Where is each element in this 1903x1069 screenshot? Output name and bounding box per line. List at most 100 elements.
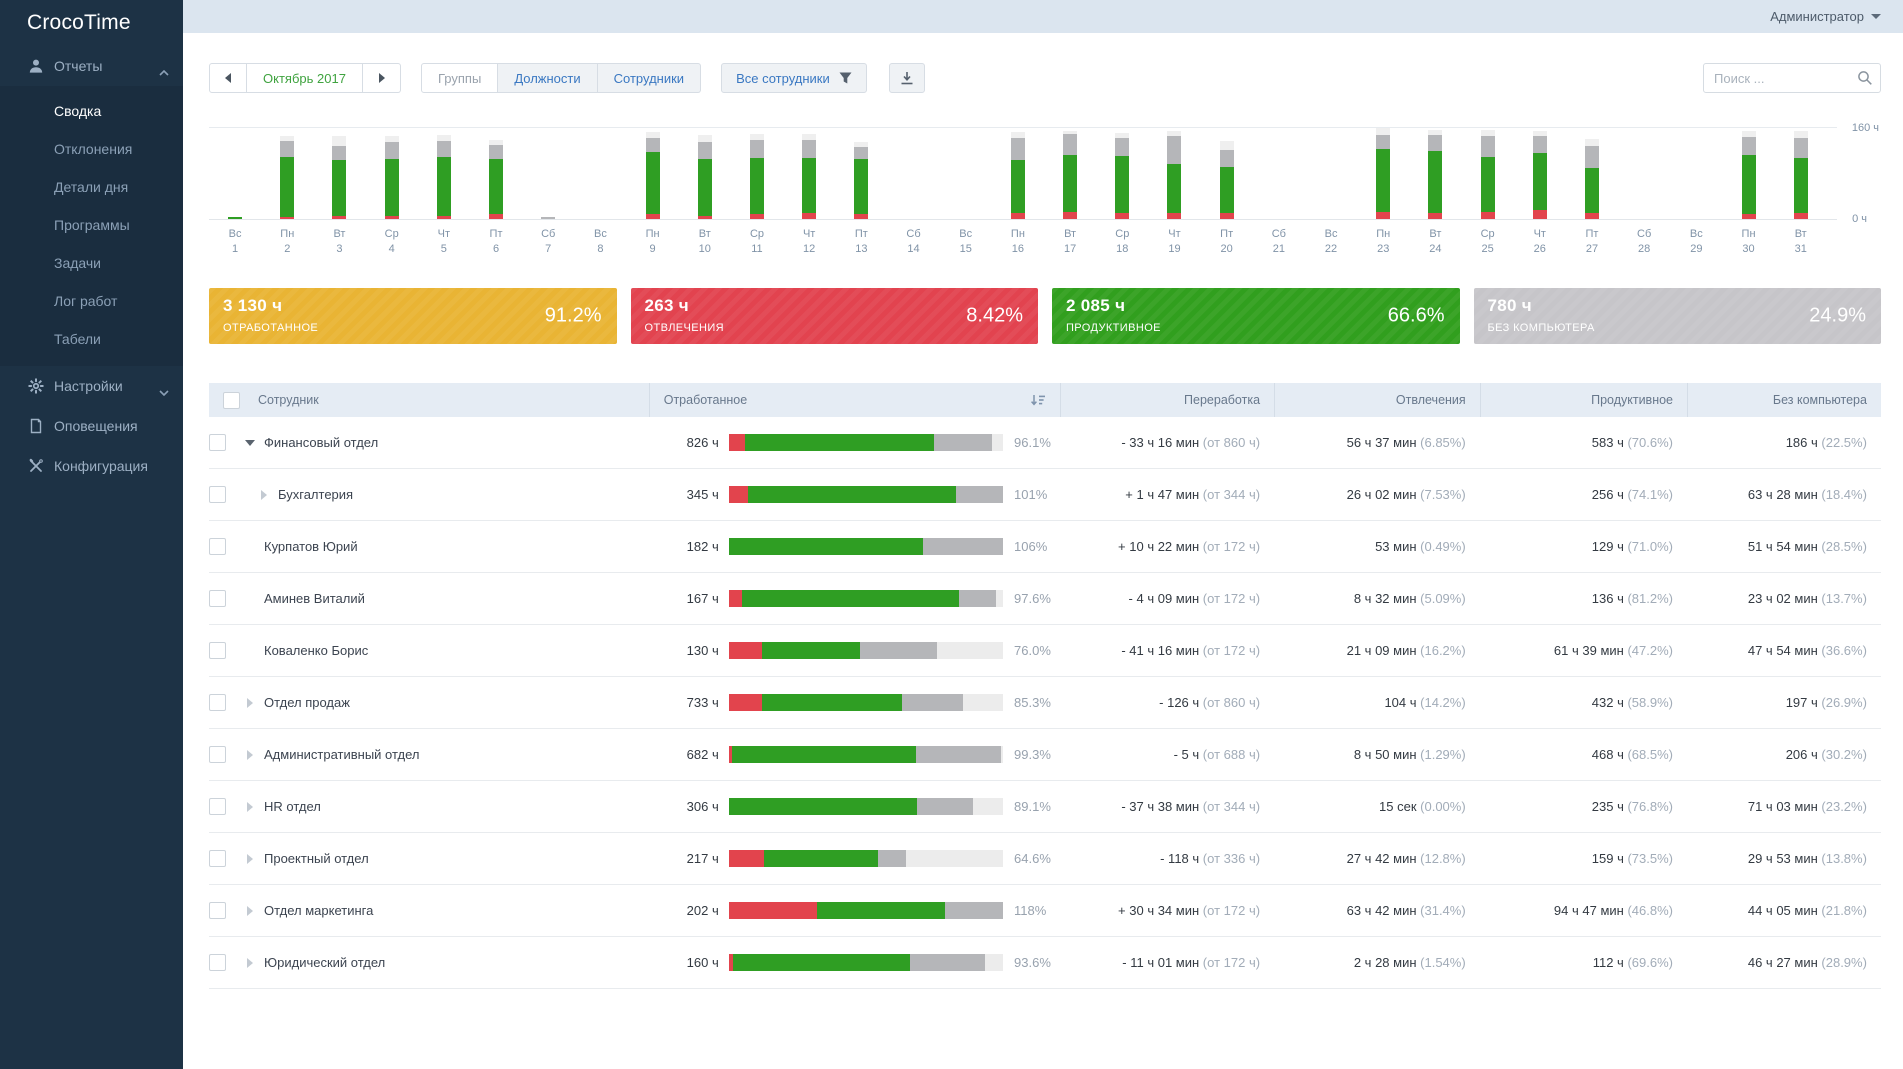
employees-filter-button[interactable]: Все сотрудники [721,63,867,93]
sidebar-section-settings[interactable]: Настройки [0,366,183,406]
chart-day-20: Пт 20 [1201,127,1253,255]
kpi-row: 3 130 ч ОТРАБОТАННОЕ 91.2% 263 ч ОТВЛЕЧЕ… [209,288,1881,344]
sidebar-item-alerts[interactable]: Оповещения [0,406,183,446]
person-icon [28,58,44,74]
chart-day-3: Вт 3 [313,127,365,255]
row-checkbox[interactable] [209,590,226,607]
sort-icon[interactable] [1030,394,1046,407]
no-computer-value: 186 ч [1785,435,1818,450]
sidebar-item-programs[interactable]: Программы [0,206,183,244]
sidebar-section-label: Настройки [54,378,123,394]
sidebar-section-label: Отчеты [54,58,103,74]
productive-value: 94 ч 47 мин [1553,903,1624,918]
overtime-norm: (от 344 ч) [1202,799,1261,814]
expand-arrow-icon[interactable] [246,749,253,760]
table-row: Курпатов Юрий 182 ч 106% + 10 ч 22 мин (… [209,521,1881,573]
row-name[interactable]: Юридический отдел [264,955,385,970]
row-name[interactable]: Отдел продаж [264,695,350,710]
sidebar-item-tasks[interactable]: Задачи [0,244,183,282]
row-name[interactable]: Коваленко Борис [264,643,368,658]
distractions-value: 104 ч [1384,695,1417,710]
expand-arrow-icon[interactable] [246,957,253,968]
row-checkbox[interactable] [209,902,226,919]
row-checkbox[interactable] [209,538,226,555]
row-checkbox[interactable] [209,434,226,451]
row-name[interactable]: Бухгалтерия [278,487,353,502]
collapse-arrow-icon[interactable] [244,439,255,446]
prev-month-button[interactable] [209,63,247,93]
kpi-card-productive: 2 085 ч ПРОДУКТИВНОЕ 66.6% [1052,288,1460,344]
sidebar-item-summary[interactable]: Сводка [0,92,183,130]
row-name[interactable]: Курпатов Юрий [264,539,358,554]
row-checkbox[interactable] [209,850,226,867]
sidebar-section-reports[interactable]: Отчеты [0,46,183,86]
worked-percent: 89.1% [1014,799,1051,814]
sidebar-item-timesheets[interactable]: Табели [0,320,183,358]
productive-value: 129 ч [1591,539,1624,554]
row-checkbox[interactable] [209,486,226,503]
row-name[interactable]: Проектный отдел [264,851,369,866]
row-name[interactable]: Финансовый отдел [264,435,378,450]
chart-day-11: Ср 11 [731,127,783,255]
worked-progress-bar [728,954,1004,971]
distractions-value: 56 ч 37 мин [1346,435,1417,450]
row-checkbox[interactable] [209,642,226,659]
expand-arrow-icon[interactable] [246,697,253,708]
select-all-checkbox[interactable] [223,391,240,409]
no-computer-value: 71 ч 03 мин [1747,799,1818,814]
row-checkbox[interactable] [209,746,226,763]
no-computer-value: 46 ч 27 мин [1747,955,1818,970]
next-month-button[interactable] [363,63,401,93]
app-logo: CrocoTime [27,11,131,34]
sidebar-item-config[interactable]: Конфигурация [0,446,183,486]
expand-arrow-icon[interactable] [246,801,253,812]
overtime-norm: (от 172 ч) [1202,643,1261,658]
worked-percent: 64.6% [1014,851,1051,866]
main-content: Октябрь 2017 Группы Должности Сотрудники… [183,33,1903,1069]
chart-day-26: Чт 26 [1514,127,1566,255]
row-name[interactable]: Отдел маркетинга [264,903,373,918]
row-name[interactable]: HR отдел [264,799,321,814]
tab-employees[interactable]: Сотрудники [597,63,702,93]
worked-percent: 93.6% [1014,955,1051,970]
search-icon[interactable] [1857,70,1873,86]
productive-value: 136 ч [1591,591,1624,606]
table-body: Финансовый отдел 826 ч 96.1% - 33 ч 16 м… [209,417,1881,989]
tab-groups[interactable]: Группы [421,63,499,93]
expand-arrow-icon[interactable] [246,853,253,864]
daily-hours-chart: Вс 1 Пн 2 Вт 3 Ср 4 Чт 5 Пт 6 Сб 7 Вс 8 Пн 9 Вт 10 Ср 11 Чт 12 П… [209,122,1881,255]
chart-y-axis: 160 ч 0 ч [1827,122,1881,255]
sidebar-item-work-log[interactable]: Лог работ [0,282,183,320]
overtime-value: - 4 ч 09 мин [1128,591,1200,606]
row-name[interactable]: Аминев Виталий [264,591,365,606]
sidebar-item-day-details[interactable]: Детали дня [0,168,183,206]
arrow-right-icon [378,73,385,83]
productive-percent: (81.2%) [1627,591,1673,606]
tab-positions[interactable]: Должности [498,63,598,93]
row-checkbox[interactable] [209,798,226,815]
distractions-percent: (7.53%) [1420,487,1466,502]
sidebar: CrocoTime Отчеты Сводка Отклонения Детали … [0,0,183,1069]
header-productive: Продуктивное [1479,383,1687,417]
overtime-norm: (от 336 ч) [1202,851,1261,866]
expand-arrow-icon[interactable] [260,489,267,500]
chart-day-10: Вт 10 [679,127,731,255]
expand-arrow-icon[interactable] [246,905,253,916]
no-computer-percent: (18.4%) [1821,487,1867,502]
search-input[interactable] [1703,63,1881,93]
worked-percent: 85.3% [1014,695,1051,710]
no-computer-percent: (13.8%) [1821,851,1867,866]
sidebar-item-deviations[interactable]: Отклонения [0,130,183,168]
row-checkbox[interactable] [209,694,226,711]
worked-hours: 202 ч [686,903,719,918]
row-checkbox[interactable] [209,954,226,971]
period-label[interactable]: Октябрь 2017 [247,63,363,93]
sidebar-item-label: Конфигурация [54,458,148,474]
kpi-card-no-computer: 780 ч БЕЗ КОМПЬЮТЕРА 24.9% [1473,288,1881,344]
user-menu[interactable]: Администратор [1770,9,1881,24]
row-name[interactable]: Административный отдел [264,747,419,762]
download-button[interactable] [888,63,925,93]
gear-icon [28,378,44,394]
distractions-percent: (31.4%) [1420,903,1466,918]
chart-day-12: Чт 12 [783,127,835,255]
